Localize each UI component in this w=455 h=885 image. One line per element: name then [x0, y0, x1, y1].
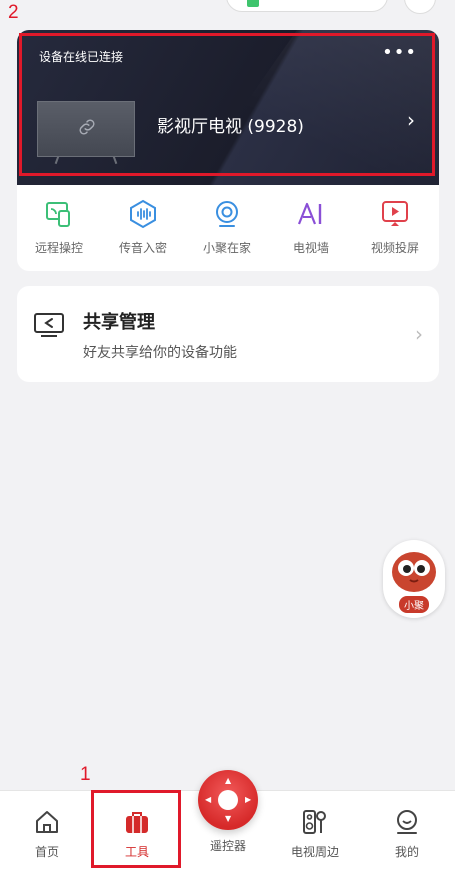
top-circle-button[interactable]	[404, 0, 436, 14]
share-management-card[interactable]: 共享管理 好友共享给你的设备功能 ›	[17, 286, 439, 382]
mascot-label: 小聚	[399, 596, 429, 613]
arrow-left-icon: ◀	[205, 795, 212, 804]
tab-home[interactable]: 首页	[12, 809, 82, 860]
tool-label: 小聚在家	[202, 241, 251, 255]
tab-label: 我的	[394, 845, 419, 859]
tool-video-cast[interactable]: 视频投屏	[353, 199, 437, 256]
chevron-right-icon: ›	[415, 322, 423, 346]
tool-voice[interactable]: 传音入密	[101, 199, 185, 256]
tool-label: 电视墙	[292, 241, 329, 255]
status-indicator	[247, 0, 259, 7]
video-cast-icon	[382, 201, 408, 226]
tool-label: 远程操控	[34, 241, 83, 255]
share-title: 共享管理	[83, 312, 155, 333]
tab-label-remote: 遥控器	[209, 839, 246, 853]
tool-tv-wall[interactable]: 电视墙	[269, 199, 353, 256]
tool-home-camera[interactable]: 小聚在家	[185, 199, 269, 256]
share-subtitle: 好友共享给你的设备功能	[83, 345, 237, 361]
camera-icon	[216, 201, 238, 227]
mascot-assistant-button[interactable]: 小聚	[383, 540, 445, 618]
tool-label: 视频投屏	[370, 241, 419, 255]
home-icon	[36, 811, 58, 833]
annotation-box-2	[19, 33, 435, 176]
arrow-right-icon: ▶	[245, 795, 252, 804]
tool-remote-control[interactable]: 远程操控	[17, 199, 101, 256]
tab-label: 首页	[34, 845, 59, 859]
ok-dot	[218, 790, 238, 810]
annotation-label-2: 2	[8, 2, 19, 23]
tool-label: 传音入密	[118, 241, 167, 255]
voice-wave-icon	[130, 199, 156, 229]
tab-tv-peripheral[interactable]: 电视周边	[280, 809, 350, 860]
share-screen-icon	[34, 313, 64, 337]
arrow-up-icon: ▲	[225, 776, 232, 785]
tab-mine[interactable]: 我的	[372, 809, 442, 860]
top-pill[interactable]	[226, 0, 388, 12]
profile-icon	[397, 810, 417, 834]
annotation-label-1: 1	[80, 764, 91, 785]
remote-control-icon	[46, 202, 70, 227]
ai-icon	[297, 202, 322, 225]
arrow-down-icon: ▼	[225, 814, 232, 823]
annotation-box-1	[91, 790, 181, 868]
remote-control-button[interactable]: ▲ ▼ ◀ ▶	[198, 770, 258, 830]
tab-label: 电视周边	[290, 845, 339, 859]
speaker-mic-icon	[303, 810, 326, 834]
tools-card: 远程操控 传音入密 小聚在家 电视墙 视频投屏	[17, 185, 439, 271]
mascot-icon	[392, 552, 436, 592]
